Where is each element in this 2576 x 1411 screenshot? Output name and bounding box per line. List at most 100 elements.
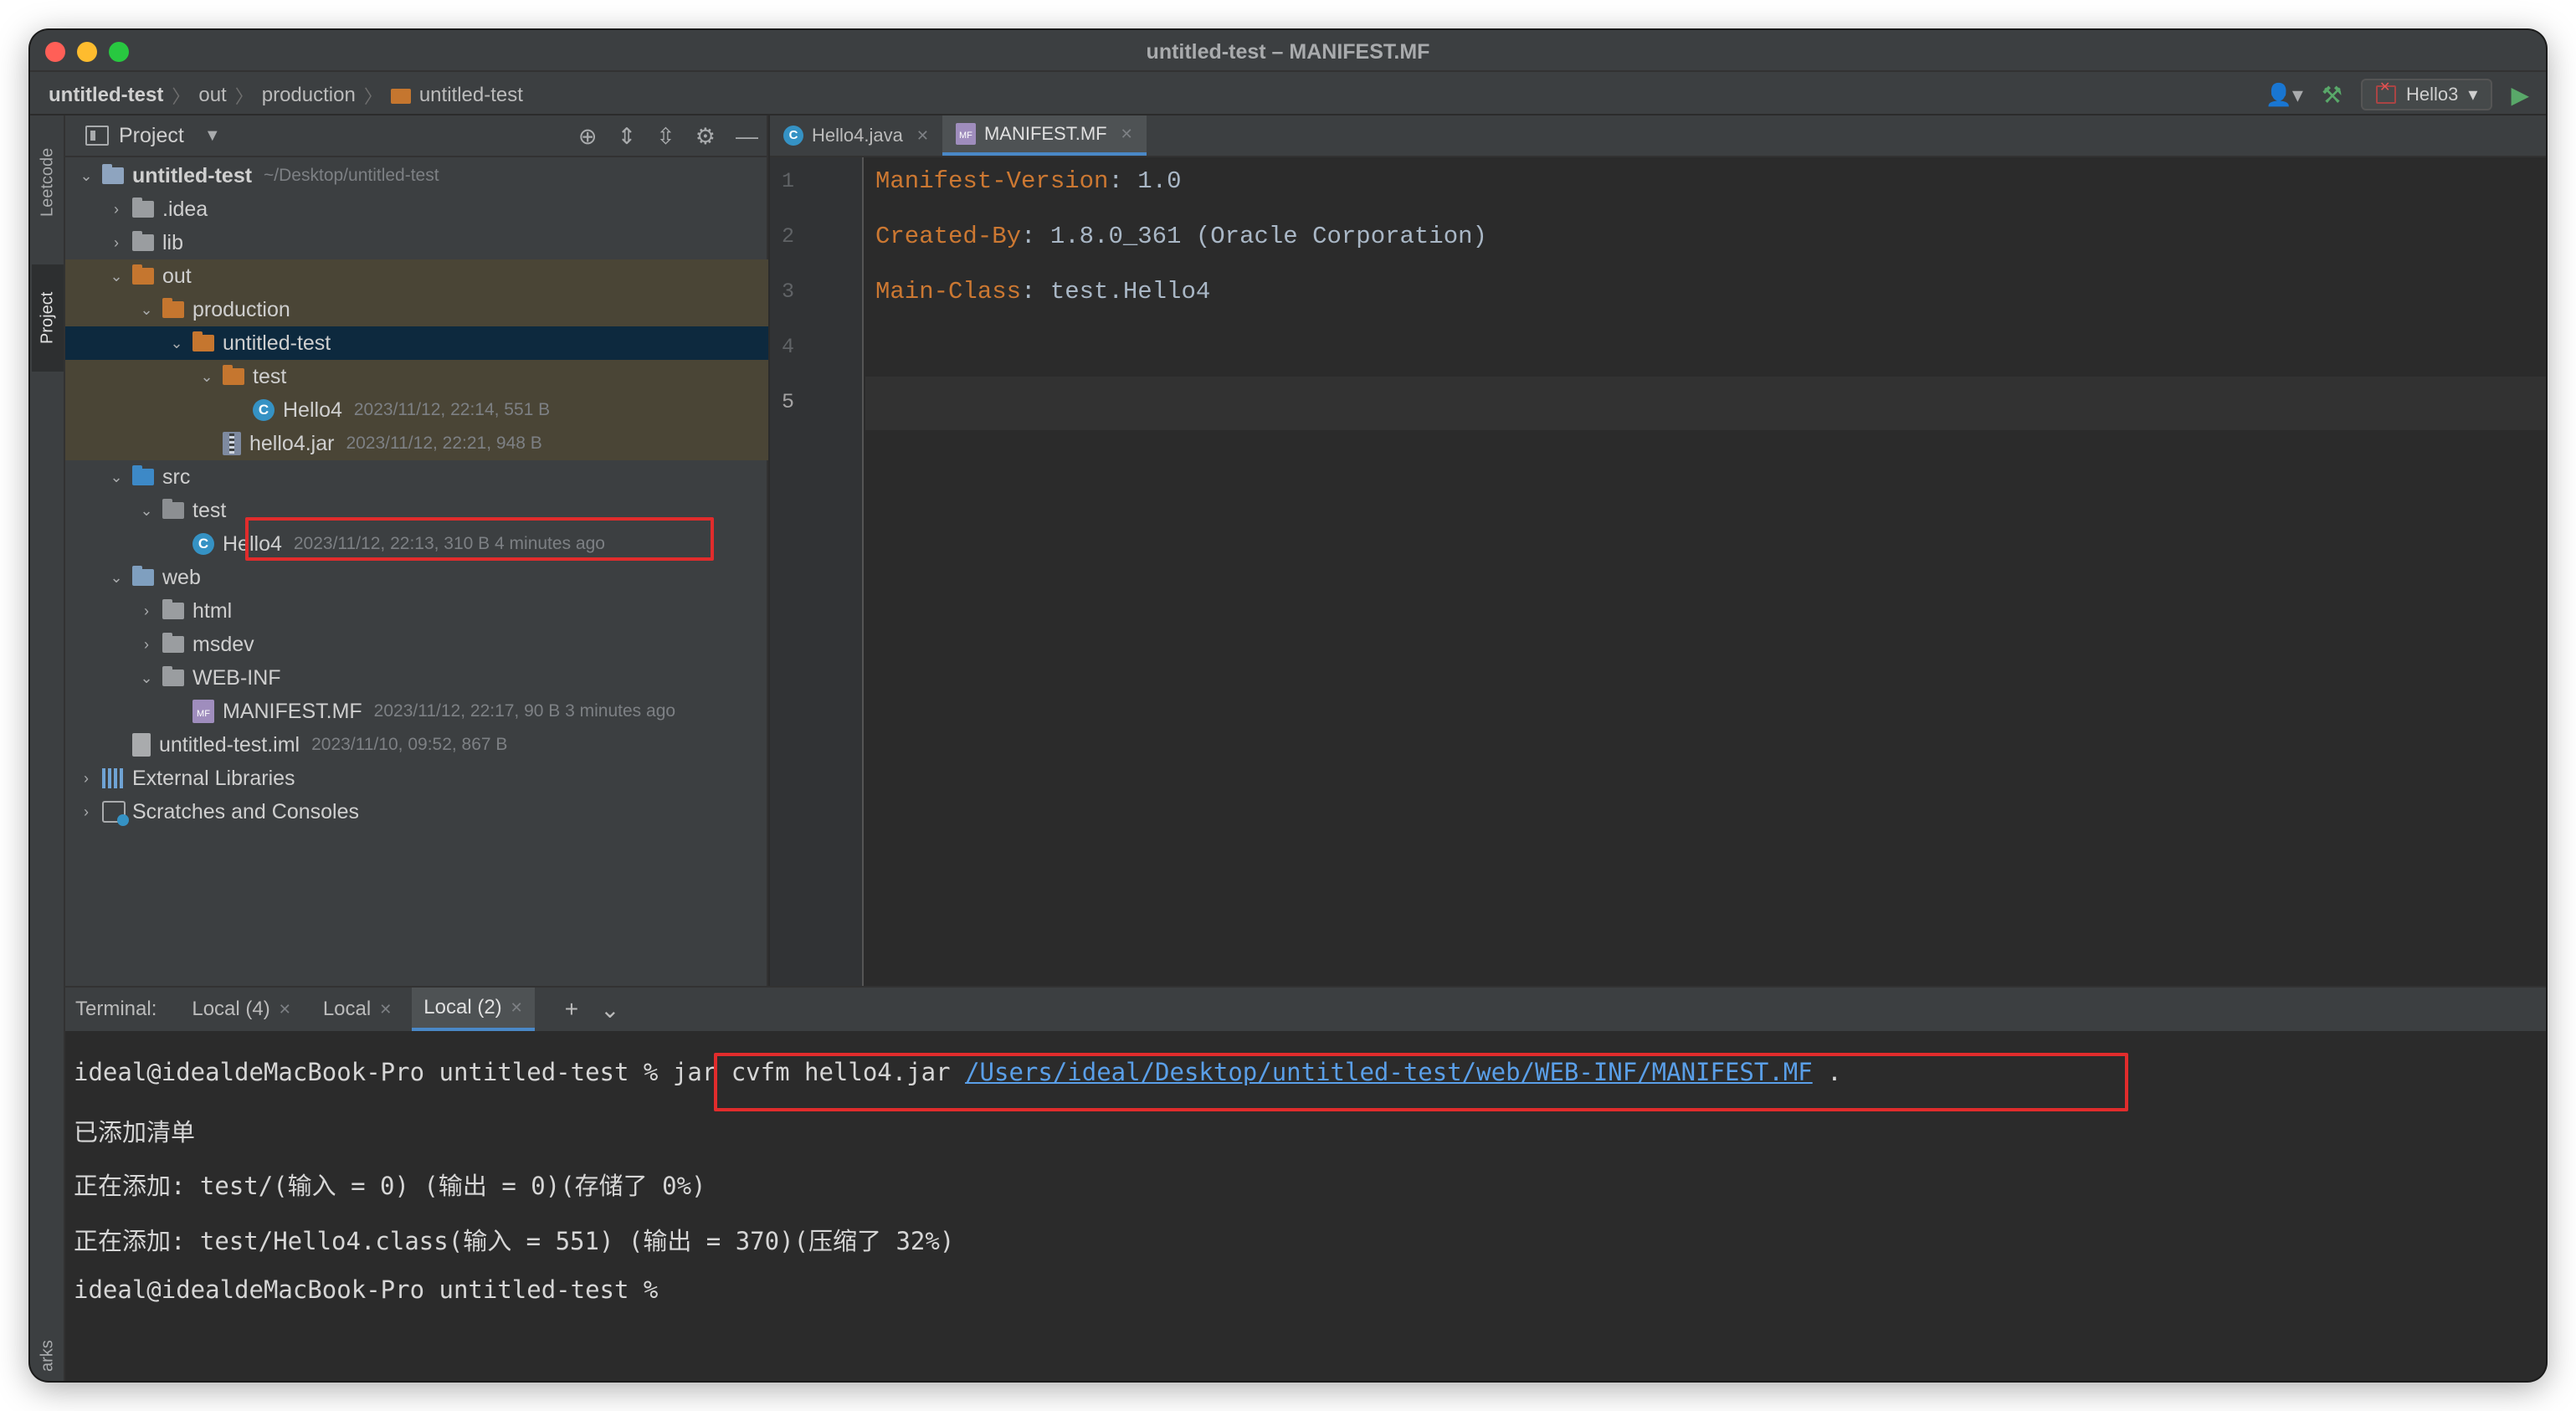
line-number: 3: [782, 280, 795, 304]
line-number: 5: [782, 390, 795, 414]
chevron-right-icon[interactable]: ›: [105, 201, 127, 218]
project-panel: Project ▼ ⊕ ⇕ ⇳ ⚙ — ⌄ untitled-test ~/Desk…: [65, 115, 768, 986]
navigation-bar: untitled-test 〉 out 〉 production 〉 untit…: [30, 72, 2546, 115]
line-number: 2: [782, 224, 795, 249]
tree-row[interactable]: ⌄ test: [65, 360, 768, 393]
project-panel-title[interactable]: Project: [119, 124, 184, 148]
tree-row[interactable]: ⌄ production: [65, 293, 768, 326]
tree-row[interactable]: › lib: [65, 226, 768, 259]
module-file-icon: [132, 733, 151, 757]
close-tab-icon[interactable]: ✕: [511, 999, 523, 1017]
close-tab-icon[interactable]: ✕: [379, 1001, 392, 1018]
run-play-icon[interactable]: ▶: [2511, 81, 2529, 109]
tree-row[interactable]: untitled-test.iml 2023/11/10, 09:52, 867 …: [65, 728, 768, 762]
project-view-icon: [85, 126, 109, 146]
breadcrumb-item-production[interactable]: production: [262, 84, 356, 107]
breadcrumb-item-module[interactable]: untitled-test: [419, 84, 523, 107]
collapse-all-icon[interactable]: ⇳: [656, 124, 675, 150]
chevron-down-icon[interactable]: ⌄: [136, 502, 157, 520]
java-class-icon: C: [192, 533, 214, 555]
tree-row[interactable]: C Hello4 2023/11/12, 22:14, 551 B: [65, 393, 768, 427]
code-text-area[interactable]: Manifest-Version: 1.0 Created-By: 1.8.0_…: [865, 157, 2546, 986]
tab-hello4-java[interactable]: C Hello4.java ✕: [770, 115, 942, 156]
chevron-down-icon[interactable]: ⌄: [75, 167, 97, 185]
web-folder-icon: [132, 566, 154, 586]
close-tab-icon[interactable]: ✕: [1121, 126, 1133, 143]
chevron-down-icon[interactable]: ⌄: [136, 301, 157, 319]
tree-row[interactable]: ⌄ WEB-INF: [65, 661, 768, 695]
left-tool-stripe: Leetcode Project arks: [30, 115, 65, 1381]
chevron-down-icon[interactable]: ⌄: [136, 670, 157, 687]
gear-icon[interactable]: ⚙: [695, 124, 716, 150]
hide-panel-icon[interactable]: —: [736, 124, 758, 150]
project-panel-header: Project ▼ ⊕ ⇕ ⇳ ⚙ —: [65, 115, 768, 157]
tab-manifest-mf[interactable]: MF MANIFEST.MF ✕: [942, 115, 1147, 156]
java-class-icon: C: [253, 399, 275, 421]
chevron-right-icon[interactable]: ›: [105, 234, 127, 252]
tree-row[interactable]: › External Libraries: [65, 762, 768, 795]
terminal-tab-bar: Terminal: Local (4) ✕ Local ✕ Local (2) ✕ +…: [65, 988, 2546, 1031]
scratches-icon: [102, 801, 129, 826]
folder-icon: [390, 89, 411, 104]
tree-row[interactable]: ⌄ src: [65, 460, 768, 494]
toolbar-right: 👤▾ ⚒ Hello3 ▾ ▶: [2265, 79, 2529, 110]
folder-icon: [132, 198, 154, 218]
tree-row[interactable]: hello4.jar 2023/11/12, 22:21, 948 B: [65, 427, 768, 460]
tree-row-selected[interactable]: ⌄ untitled-test: [65, 326, 768, 360]
chevron-down-icon[interactable]: ⌄: [600, 996, 619, 1024]
chevron-down-icon[interactable]: ⌄: [105, 469, 127, 486]
chevron-down-icon[interactable]: ⌄: [105, 268, 127, 285]
line-number: 4: [782, 335, 795, 359]
expand-all-icon[interactable]: ⇕: [618, 124, 637, 150]
chevron-down-icon[interactable]: ⌄: [105, 569, 127, 587]
run-config-label: Hello3: [2406, 84, 2459, 105]
tree-row[interactable]: › .idea: [65, 192, 768, 226]
command-highlight-box: [714, 1053, 2128, 1111]
terminal-tab-local-2[interactable]: Local (2) ✕: [412, 988, 535, 1031]
run-config-error-icon: [2376, 79, 2397, 104]
manifest-file-icon: MF: [955, 123, 976, 145]
breadcrumb-separator-icon: 〉: [234, 86, 254, 107]
run-configuration-select[interactable]: Hello3 ▾: [2361, 79, 2493, 110]
ide-window: untitled-test – MANIFEST.MF untitled-tes…: [30, 30, 2546, 1381]
chevron-right-icon[interactable]: ›: [75, 803, 97, 821]
breadcrumb-item-project[interactable]: untitled-test: [49, 84, 163, 107]
tree-row[interactable]: › msdev: [65, 628, 768, 661]
terminal-output-line: 正在添加: test/(输入 = 0) (输出 = 0)(存储了 0%): [74, 1172, 706, 1200]
terminal-output-line: 正在添加: test/Hello4.class(输入 = 551) (输出 = …: [74, 1227, 955, 1255]
tree-row[interactable]: MF MANIFEST.MF 2023/11/12, 22:17, 90 B 3 m…: [65, 695, 768, 728]
tree-row[interactable]: › html: [65, 594, 768, 628]
project-tool-tab[interactable]: Project: [32, 264, 64, 372]
terminal-output[interactable]: ideal@idealdeMacBook-Pro untitled-test %…: [65, 1031, 2546, 1381]
terminal-tab-local-4[interactable]: Local (4) ✕: [180, 988, 302, 1031]
tree-row[interactable]: ⌄ out: [65, 259, 768, 293]
terminal-tab-local[interactable]: Local ✕: [311, 988, 403, 1031]
chevron-right-icon[interactable]: ›: [136, 636, 157, 654]
project-panel-tools: ⊕ ⇕ ⇳ ⚙ —: [578, 124, 758, 150]
folder-icon: [162, 599, 184, 619]
line-number: 1: [782, 169, 795, 193]
close-tab-icon[interactable]: ✕: [279, 1001, 291, 1018]
leetcode-tool-tab[interactable]: Leetcode: [32, 124, 64, 241]
tree-row[interactable]: ⌄ untitled-test ~/Desktop/untitled-test: [65, 159, 768, 192]
build-hammer-icon[interactable]: ⚒: [2322, 81, 2343, 109]
chevron-down-icon[interactable]: ⌄: [166, 335, 187, 352]
chevron-right-icon[interactable]: ›: [75, 770, 97, 788]
bookmarks-tool-tab[interactable]: arks: [32, 1331, 64, 1381]
user-account-icon[interactable]: 👤▾: [2265, 82, 2302, 108]
folder-icon: [162, 666, 184, 686]
module-folder-icon: [102, 164, 124, 184]
excluded-folder-icon: [132, 264, 154, 285]
window-title: untitled-test – MANIFEST.MF: [1146, 40, 1430, 64]
tree-row[interactable]: ⌄ web: [65, 561, 768, 594]
close-tab-icon[interactable]: ✕: [916, 127, 929, 145]
tree-row[interactable]: › Scratches and Consoles: [65, 795, 768, 829]
code-line: Created-By: 1.8.0_361 (Oracle Corporatio…: [875, 223, 1487, 250]
new-terminal-plus-icon[interactable]: +: [565, 996, 578, 1023]
chevron-right-icon[interactable]: ›: [136, 603, 157, 620]
chevron-down-icon[interactable]: ⌄: [196, 368, 218, 386]
excluded-folder-icon: [192, 331, 214, 351]
chevron-down-icon[interactable]: ▼: [204, 126, 221, 146]
locate-target-icon[interactable]: ⊕: [578, 124, 598, 150]
breadcrumb-item-out[interactable]: out: [198, 84, 226, 107]
